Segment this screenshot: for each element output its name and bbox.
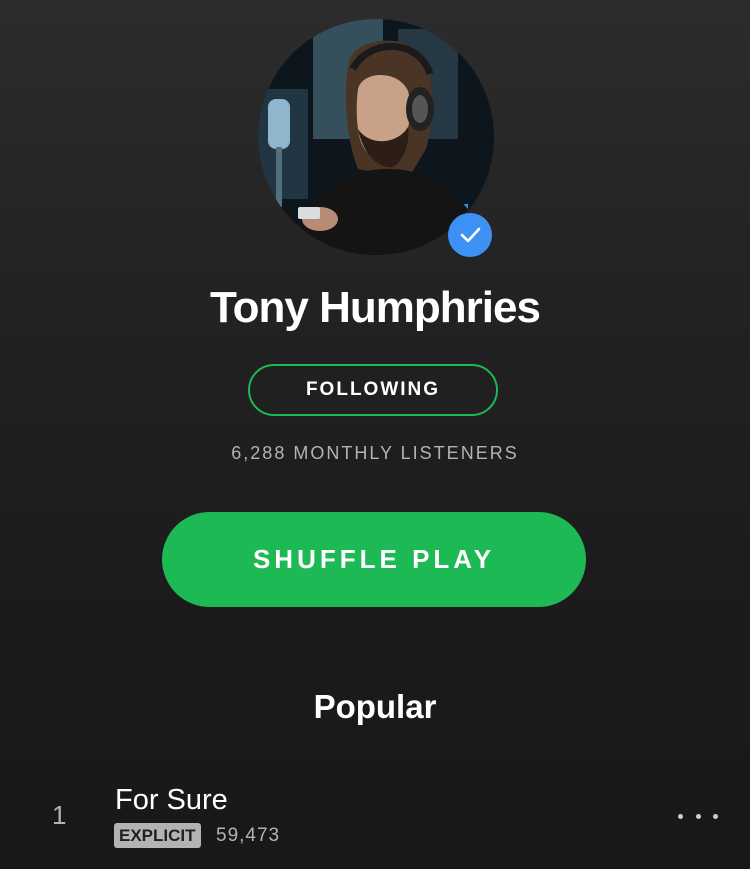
artist-avatar-container [258, 19, 494, 257]
more-dot [713, 813, 718, 819]
track-title: For Sure [115, 784, 228, 816]
shuffle-play-button[interactable]: SHUFFLE PLAY [162, 512, 586, 607]
more-dot [678, 813, 683, 819]
more-options-icon[interactable] [678, 804, 718, 828]
artist-name: Tony Humphries [210, 283, 541, 332]
following-button[interactable]: FOLLOWING [248, 364, 498, 416]
more-dot [695, 813, 701, 819]
monthly-listeners: 6,288 MONTHLY LISTENERS [231, 443, 519, 463]
track-row[interactable]: 1 For Sure EXPLICIT 59,473 [0, 780, 750, 860]
checkmark-icon [460, 227, 481, 243]
explicit-badge: EXPLICIT [114, 823, 201, 848]
track-play-count: 59,473 [216, 825, 281, 846]
verified-badge [448, 213, 492, 257]
popular-heading: Popular [313, 688, 437, 725]
track-number: 1 [52, 800, 67, 830]
